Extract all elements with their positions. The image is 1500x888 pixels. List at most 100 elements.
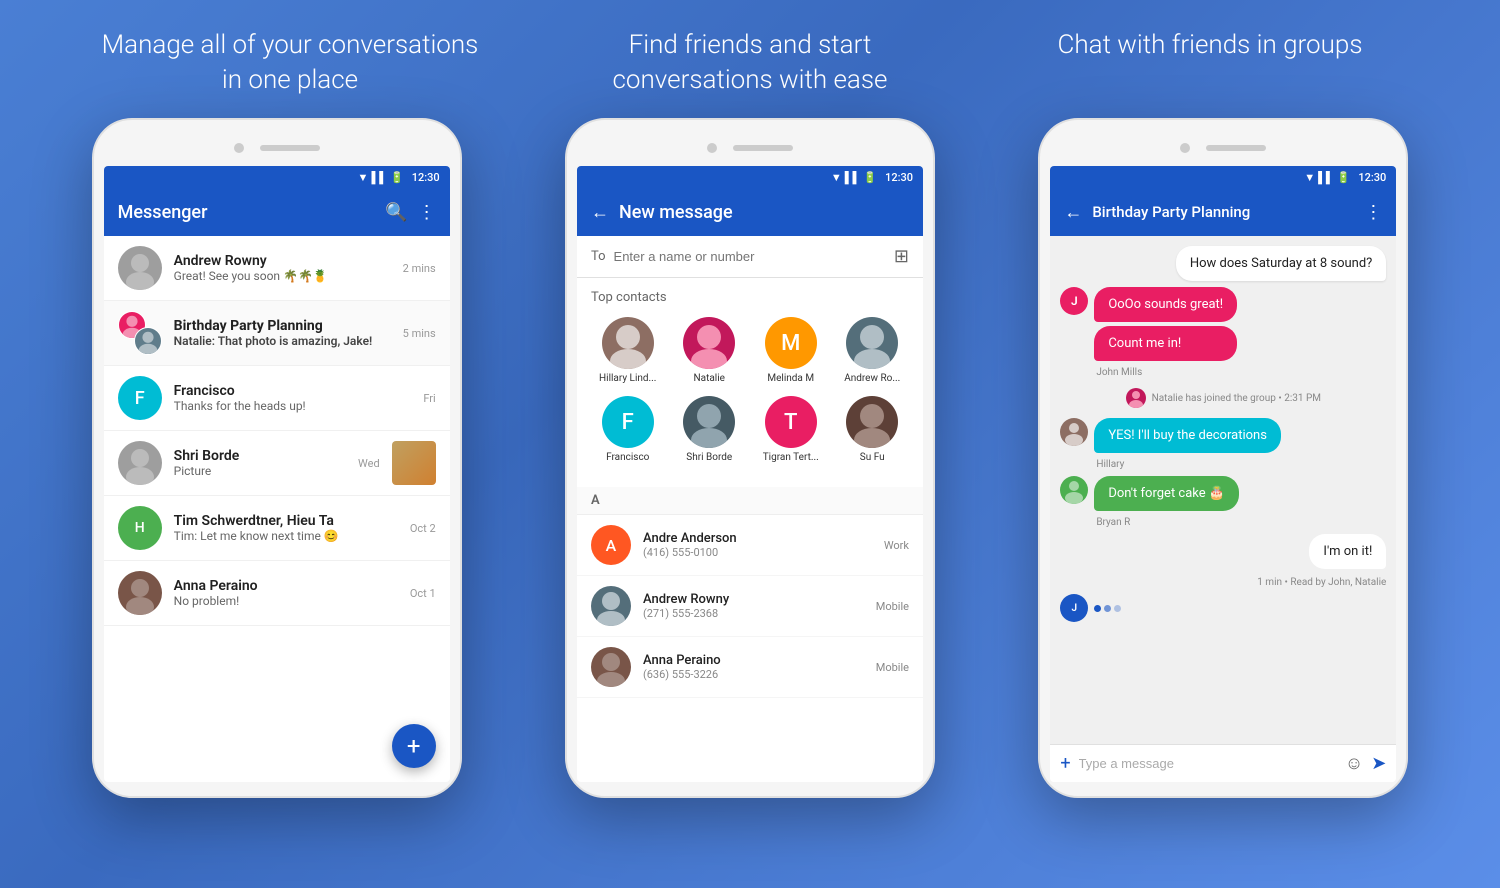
- app-title-1: Messenger: [118, 202, 376, 223]
- phone-top-bar-3: [1050, 134, 1396, 162]
- contact-list-name-anna: Anna Peraino: [643, 653, 864, 668]
- phone-speaker-2: [733, 145, 793, 151]
- more-icon-1[interactable]: ⋮: [418, 202, 436, 223]
- msg-bubble-count: Count me in!: [1094, 326, 1237, 361]
- contact-list-avatar-andre: A: [591, 525, 631, 565]
- chat-input[interactable]: [1079, 756, 1337, 771]
- conv-content-shri: Shri Borde Picture: [174, 448, 346, 478]
- conv-content-birthday: Birthday Party Planning Natalie: That ph…: [174, 318, 391, 348]
- conv-avatar-shri: [118, 441, 162, 485]
- msg-sender-bryan: Bryan R: [1096, 517, 1239, 528]
- add-icon[interactable]: +: [1060, 753, 1070, 774]
- conv-preview-tim: Tim: Let me know next time 😊: [174, 529, 398, 543]
- contact-list-phone-andrew-r: (271) 555-2368: [643, 607, 864, 620]
- contact-hillary[interactable]: Hillary Lind...: [591, 317, 665, 384]
- contact-tigran[interactable]: T Tigran Tert...: [754, 396, 828, 463]
- conv-preview-shri: Picture: [174, 464, 346, 478]
- conv-preview-francisco: Thanks for the heads up!: [174, 399, 412, 413]
- panel3-header-text: Chat with friends in groups: [1020, 28, 1400, 98]
- msg-system-natalie: Natalie has joined the group • 2:31 PM: [1060, 384, 1386, 412]
- top-contacts-section: Top contacts Hillary Lind... N: [577, 278, 923, 487]
- back-arrow-2[interactable]: ←: [591, 202, 609, 223]
- msg-john-group: J OoOo sounds great! Count me in! John M…: [1060, 287, 1386, 378]
- contact-list-andrew-r[interactable]: Andrew Rowny (271) 555-2368 Mobile: [577, 576, 923, 637]
- conv-item-anna[interactable]: Anna Peraino No problem! Oct 1: [104, 561, 450, 626]
- contact-list-info-anna: Anna Peraino (636) 555-3226: [643, 653, 864, 681]
- contact-melinda[interactable]: M Melinda M: [754, 317, 828, 384]
- conv-thumb-shri: [392, 441, 436, 485]
- to-label: To: [591, 249, 606, 264]
- phone-screen-3: ▼ ▌▌ 🔋 12:30 ← Birthday Party Planning ⋮…: [1050, 166, 1396, 782]
- emoji-icon[interactable]: ☺: [1345, 753, 1363, 774]
- conv-avatar-francisco: F: [118, 376, 162, 420]
- to-field[interactable]: To ⊞: [577, 236, 923, 278]
- contact-francisco-2[interactable]: F Francisco: [591, 396, 665, 463]
- contact-list-andre[interactable]: A Andre Anderson (416) 555-0100 Work: [577, 515, 923, 576]
- conv-preview-birthday: Natalie: That photo is amazing, Jake!: [174, 334, 391, 348]
- alpha-divider-a: A: [577, 487, 923, 515]
- contact-name-andrew: Andrew Ro...: [844, 373, 900, 384]
- app-bar-2: ← New message: [577, 188, 923, 236]
- chat-avatar-j: J: [1060, 287, 1088, 315]
- contact-andrew[interactable]: Andrew Ro...: [835, 317, 909, 384]
- to-input[interactable]: [614, 249, 886, 264]
- status-bar-3: ▼ ▌▌ 🔋 12:30: [1050, 166, 1396, 188]
- contact-name-natalie: Natalie: [694, 373, 725, 384]
- chat-messages: How does Saturday at 8 sound? J OoOo sou…: [1050, 236, 1396, 744]
- contact-list-phone-andre: (416) 555-0100: [643, 546, 872, 559]
- contact-list-type-andrew-r: Mobile: [876, 600, 909, 613]
- more-icon-3[interactable]: ⋮: [1364, 202, 1382, 223]
- search-icon-1[interactable]: 🔍: [385, 202, 407, 223]
- msg-hillary-bubbles: YES! I'll buy the decorations Hillary: [1094, 418, 1281, 470]
- conv-name-andrew: Andrew Rowny: [174, 253, 391, 269]
- time-2: 12:30: [885, 171, 913, 184]
- dial-icon[interactable]: ⊞: [894, 246, 909, 267]
- msg-hillary-group: YES! I'll buy the decorations Hillary: [1060, 418, 1386, 470]
- contact-name-francisco-2: Francisco: [606, 452, 649, 463]
- conv-time-birthday: 5 mins: [403, 327, 436, 340]
- contact-sufu[interactable]: Su Fu: [835, 396, 909, 463]
- contact-list-info-andre: Andre Anderson (416) 555-0100: [643, 531, 872, 559]
- phones-row: ▼ ▌▌ 🔋 12:30 Messenger 🔍 ⋮: [0, 118, 1500, 888]
- phone-screen-2: ▼ ▌▌ 🔋 12:30 ← New message To ⊞ Top cont…: [577, 166, 923, 782]
- signal-icon-1: ▌▌: [371, 171, 387, 184]
- system-avatar-natalie: [1126, 388, 1146, 408]
- signal-icon-3: ▌▌: [1318, 171, 1334, 184]
- chat-input-bar: + ☺ ➤: [1050, 744, 1396, 782]
- typing-indicator: J: [1060, 594, 1386, 622]
- conv-content-andrew: Andrew Rowny Great! See you soon 🌴🌴🍍: [174, 253, 391, 283]
- conv-item-andrew[interactable]: Andrew Rowny Great! See you soon 🌴🌴🍍 2 m…: [104, 236, 450, 301]
- contact-list-anna[interactable]: Anna Peraino (636) 555-3226 Mobile: [577, 637, 923, 698]
- app-bar-3: ← Birthday Party Planning ⋮: [1050, 188, 1396, 236]
- phone-1: ▼ ▌▌ 🔋 12:30 Messenger 🔍 ⋮: [92, 118, 462, 798]
- contact-list-avatar-andrew-r: [591, 586, 631, 626]
- battery-icon-1: 🔋: [390, 171, 404, 184]
- conv-item-birthday[interactable]: Birthday Party Planning Natalie: That ph…: [104, 301, 450, 366]
- msg-bubble-decor: YES! I'll buy the decorations: [1094, 418, 1281, 453]
- back-arrow-3[interactable]: ←: [1064, 202, 1082, 223]
- conv-time-anna: Oct 1: [410, 587, 436, 600]
- conv-content-francisco: Francisco Thanks for the heads up!: [174, 383, 412, 413]
- contact-name-sufu: Su Fu: [860, 452, 885, 463]
- contact-name-tigran: Tigran Tert...: [763, 452, 819, 463]
- time-3: 12:30: [1358, 171, 1386, 184]
- signal-icon-2: ▌▌: [845, 171, 861, 184]
- system-text-natalie: Natalie has joined the group • 2:31 PM: [1152, 393, 1321, 404]
- contacts-grid-row1: Hillary Lind... Natalie M Melinda M: [591, 317, 909, 384]
- fab-button[interactable]: +: [392, 724, 436, 768]
- conv-time-andrew: 2 mins: [403, 262, 436, 275]
- contact-natalie[interactable]: Natalie: [672, 317, 746, 384]
- conv-avatar-andrew: [118, 246, 162, 290]
- app-bar-1: Messenger 🔍 ⋮: [104, 188, 450, 236]
- phone-screen-1: ▼ ▌▌ 🔋 12:30 Messenger 🔍 ⋮: [104, 166, 450, 782]
- contact-shri-2[interactable]: Shri Borde: [672, 396, 746, 463]
- conv-item-shri[interactable]: Shri Borde Picture Wed: [104, 431, 450, 496]
- msg-bryan-group: Don't forget cake 🎂 Bryan R: [1060, 476, 1386, 528]
- conv-name-tim: Tim Schwerdtner, Hieu Ta: [174, 513, 398, 529]
- typing-dots: [1094, 601, 1121, 616]
- phone-speaker-3: [1206, 145, 1266, 151]
- conv-item-tim[interactable]: H Tim Schwerdtner, Hieu Ta Tim: Let me k…: [104, 496, 450, 561]
- msg-bubble-cake: Don't forget cake 🎂: [1094, 476, 1239, 511]
- send-icon[interactable]: ➤: [1371, 753, 1386, 774]
- conv-item-francisco[interactable]: F Francisco Thanks for the heads up! Fri: [104, 366, 450, 431]
